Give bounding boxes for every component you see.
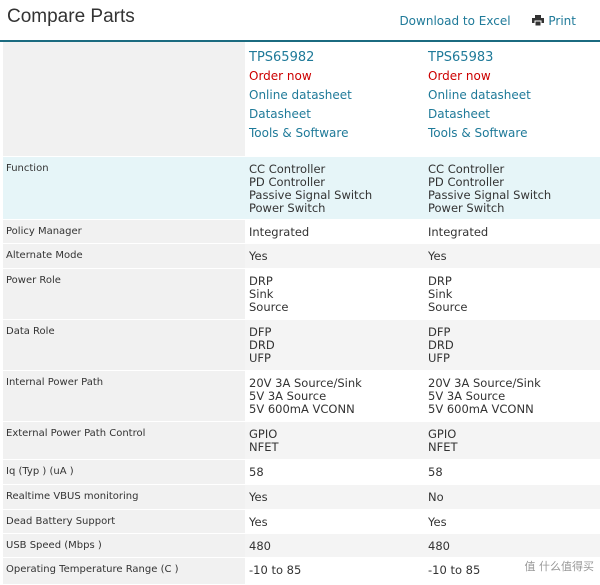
row-value-part-2: Integrated	[424, 220, 600, 244]
row-value-part-1: Yes	[245, 244, 424, 269]
row-label: Policy Manager	[3, 220, 245, 244]
table-row: Data RoleDFPDRDUFPDFPDRDUFP	[3, 320, 600, 371]
table-row: Internal Power Path20V 3A Source/Sink5V …	[3, 371, 600, 422]
value-line: Source	[428, 301, 600, 314]
value-line: -10 to 85	[249, 564, 424, 577]
row-value-part-1: 480	[245, 534, 424, 558]
row-value-part-2: 58	[424, 460, 600, 485]
row-value-part-1: DRPSinkSource	[245, 269, 424, 320]
value-line: 480	[249, 540, 424, 553]
printer-icon	[532, 15, 544, 26]
datasheet-link[interactable]: Datasheet	[249, 105, 424, 124]
row-value-part-1: -10 to 85	[245, 558, 424, 585]
row-value-part-1: 58	[245, 460, 424, 485]
row-value-part-1: Yes	[245, 510, 424, 534]
download-excel-link[interactable]: Download to Excel	[399, 14, 510, 28]
value-line: UFP	[428, 352, 600, 365]
value-line: Integrated	[249, 226, 424, 239]
parts-row: TPS65982 Order now Online datasheet Data…	[3, 42, 600, 157]
row-value-part-1: GPIONFET	[245, 422, 424, 460]
parts-label-cell	[3, 42, 245, 157]
row-value-part-1: CC ControllerPD ControllerPassive Signal…	[245, 157, 424, 220]
value-line: Integrated	[428, 226, 600, 239]
table-row: Power RoleDRPSinkSourceDRPSinkSource	[3, 269, 600, 320]
table-row: Iq (Typ ) (uA ) 58 58	[3, 460, 600, 485]
value-line: Yes	[249, 516, 424, 529]
row-value-part-1: 20V 3A Source/Sink5V 3A Source5V 600mA V…	[245, 371, 424, 422]
row-label: Operating Temperature Range (C )	[3, 558, 245, 585]
row-value-part-2: CC ControllerPD ControllerPassive Signal…	[424, 157, 600, 220]
table-row: Operating Temperature Range (C ) -10 to 8…	[3, 558, 600, 585]
row-value-part-2: GPIONFET	[424, 422, 600, 460]
table-row: Realtime VBUS monitoring Yes No	[3, 485, 600, 510]
header-actions: Download to Excel Print	[399, 14, 576, 28]
row-label: Iq (Typ ) (uA )	[3, 460, 245, 485]
value-line: UFP	[249, 352, 424, 365]
part-column-2: TPS65983 Order now Online datasheet Data…	[424, 42, 600, 157]
table-row: FunctionCC ControllerPD ControllerPassiv…	[3, 157, 600, 220]
row-value-part-2: 20V 3A Source/Sink5V 3A Source5V 600mA V…	[424, 371, 600, 422]
datasheet-link[interactable]: Datasheet	[428, 105, 600, 124]
online-datasheet-link[interactable]: Online datasheet	[249, 86, 424, 105]
value-line: DRP	[428, 275, 600, 288]
value-line: Power Switch	[428, 202, 600, 215]
value-line: Yes	[249, 491, 424, 504]
table-row: Alternate Mode Yes Yes	[3, 244, 600, 269]
part-column-1: TPS65982 Order now Online datasheet Data…	[245, 42, 424, 157]
page-header: Compare Parts Download to Excel Print	[0, 0, 600, 42]
value-line: 5V 600mA VCONN	[428, 403, 600, 416]
part-name-link[interactable]: TPS65982	[249, 48, 424, 67]
row-label: Function	[3, 157, 245, 220]
row-value-part-2: 480	[424, 534, 600, 558]
print-button[interactable]: Print	[532, 14, 576, 28]
value-line: 58	[428, 466, 600, 479]
row-value-part-2: No	[424, 485, 600, 510]
value-line: DFP	[249, 326, 424, 339]
online-datasheet-link[interactable]: Online datasheet	[428, 86, 600, 105]
value-line: 5V 600mA VCONN	[249, 403, 424, 416]
row-label: External Power Path Control	[3, 422, 245, 460]
value-line: NFET	[428, 441, 600, 454]
compare-table: TPS65982 Order now Online datasheet Data…	[3, 42, 600, 585]
value-line: DRD	[428, 339, 600, 352]
value-line: 480	[428, 540, 600, 553]
watermark: 值 什么值得买	[525, 558, 595, 574]
value-line: Source	[249, 301, 424, 314]
row-value-part-1: DFPDRDUFP	[245, 320, 424, 371]
row-label: USB Speed (Mbps )	[3, 534, 245, 558]
value-line: Power Switch	[249, 202, 424, 215]
order-now-link[interactable]: Order now	[428, 67, 600, 86]
row-label: Dead Battery Support	[3, 510, 245, 534]
tools-software-link[interactable]: Tools & Software	[249, 124, 424, 143]
value-line: DRD	[249, 339, 424, 352]
row-value-part-2: DFPDRDUFP	[424, 320, 600, 371]
row-label: Alternate Mode	[3, 244, 245, 269]
value-line: Yes	[249, 250, 424, 263]
row-label: Power Role	[3, 269, 245, 320]
part-name-link[interactable]: TPS65983	[428, 48, 600, 67]
row-value-part-2: Yes	[424, 244, 600, 269]
spec-rows: FunctionCC ControllerPD ControllerPassiv…	[3, 157, 600, 585]
value-line: DRP	[249, 275, 424, 288]
page-title: Compare Parts	[7, 6, 135, 28]
row-label: Internal Power Path	[3, 371, 245, 422]
value-line: 58	[249, 466, 424, 479]
order-now-link[interactable]: Order now	[249, 67, 424, 86]
row-value-part-2: DRPSinkSource	[424, 269, 600, 320]
value-line: Yes	[428, 516, 600, 529]
print-label: Print	[548, 14, 576, 28]
table-row: Dead Battery Support Yes Yes	[3, 510, 600, 534]
table-row: USB Speed (Mbps ) 480 480	[3, 534, 600, 558]
value-line: NFET	[249, 441, 424, 454]
row-value-part-2: Yes	[424, 510, 600, 534]
row-label: Data Role	[3, 320, 245, 371]
value-line: Yes	[428, 250, 600, 263]
table-row: External Power Path ControlGPIONFETGPION…	[3, 422, 600, 460]
row-label: Realtime VBUS monitoring	[3, 485, 245, 510]
tools-software-link[interactable]: Tools & Software	[428, 124, 600, 143]
table-row: Policy Manager Integrated Integrated	[3, 220, 600, 244]
value-line: No	[428, 491, 600, 504]
row-value-part-1: Integrated	[245, 220, 424, 244]
row-value-part-1: Yes	[245, 485, 424, 510]
